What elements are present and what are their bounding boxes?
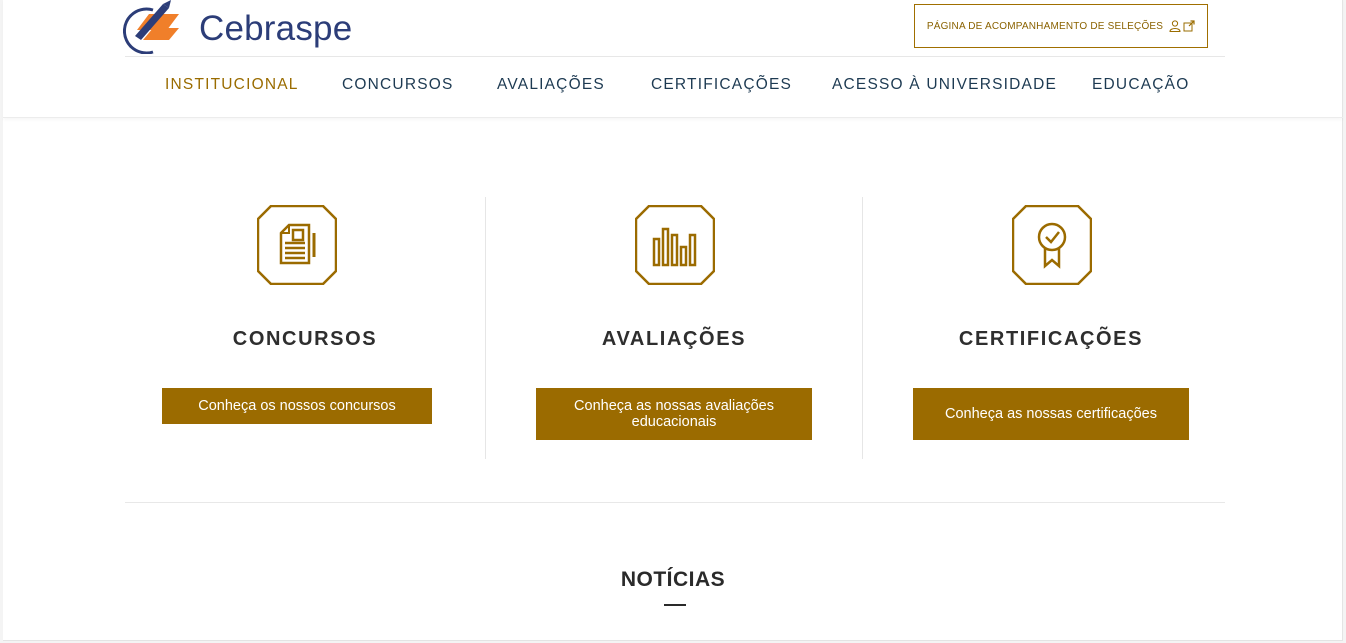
main-nav: INSTITUCIONAL CONCURSOS AVALIAÇÕES CERTI… bbox=[125, 76, 1225, 98]
selection-tracking-button[interactable]: PÁGINA DE ACOMPANHAMENTO DE SELEÇÕES bbox=[914, 4, 1208, 48]
concursos-button[interactable]: Conheça os nossos concursos bbox=[162, 388, 432, 424]
news-title-underline bbox=[664, 604, 686, 606]
user-icon bbox=[1169, 20, 1181, 32]
nav-item-institucional[interactable]: INSTITUCIONAL bbox=[165, 76, 299, 94]
cebraspe-logo-icon bbox=[123, 0, 179, 54]
nav-item-acesso-universidade[interactable]: ACESSO À UNIVERSIDADE bbox=[832, 76, 1057, 94]
external-link-icon bbox=[1183, 20, 1195, 32]
page: Cebraspe PÁGINA DE ACOMPANHAMENTO DE SEL… bbox=[3, 0, 1343, 641]
certificacoes-button[interactable]: Conheça as nossas certificações bbox=[913, 388, 1189, 440]
nav-item-concursos[interactable]: CONCURSOS bbox=[342, 76, 454, 94]
card-avaliacoes: AVALIAÇÕES Conheça as nossas avaliações … bbox=[486, 197, 862, 459]
brand-name: Cebraspe bbox=[199, 9, 353, 48]
card-title-certificacoes: CERTIFICAÇÕES bbox=[958, 328, 1144, 350]
card-title-concursos: CONCURSOS bbox=[232, 328, 378, 350]
card-certificacoes: CERTIFICAÇÕES Conheça as nossas certific… bbox=[863, 197, 1239, 459]
nav-item-educacao[interactable]: EDUCAÇÃO bbox=[1092, 76, 1189, 94]
nav-item-certificacoes[interactable]: CERTIFICAÇÕES bbox=[651, 76, 792, 94]
header-divider bbox=[125, 56, 1225, 57]
section-divider bbox=[125, 502, 1225, 503]
news-section-title: NOTÍCIAS bbox=[620, 568, 726, 591]
logo-link[interactable]: Cebraspe bbox=[123, 0, 352, 54]
card-title-avaliacoes: AVALIAÇÕES bbox=[601, 328, 747, 350]
selection-tracking-label: PÁGINA DE ACOMPANHAMENTO DE SELEÇÕES bbox=[926, 20, 1164, 32]
avaliacoes-button[interactable]: Conheça as nossas avaliações educacionai… bbox=[536, 388, 812, 440]
site-header: Cebraspe PÁGINA DE ACOMPANHAMENTO DE SEL… bbox=[3, 0, 1343, 118]
card-concursos: CONCURSOS Conheça os nossos concursos bbox=[125, 197, 485, 459]
nav-item-avaliacoes[interactable]: AVALIAÇÕES bbox=[497, 76, 605, 94]
certificate-icon bbox=[1012, 205, 1092, 285]
document-icon bbox=[257, 205, 337, 285]
bar-chart-icon bbox=[635, 205, 715, 285]
